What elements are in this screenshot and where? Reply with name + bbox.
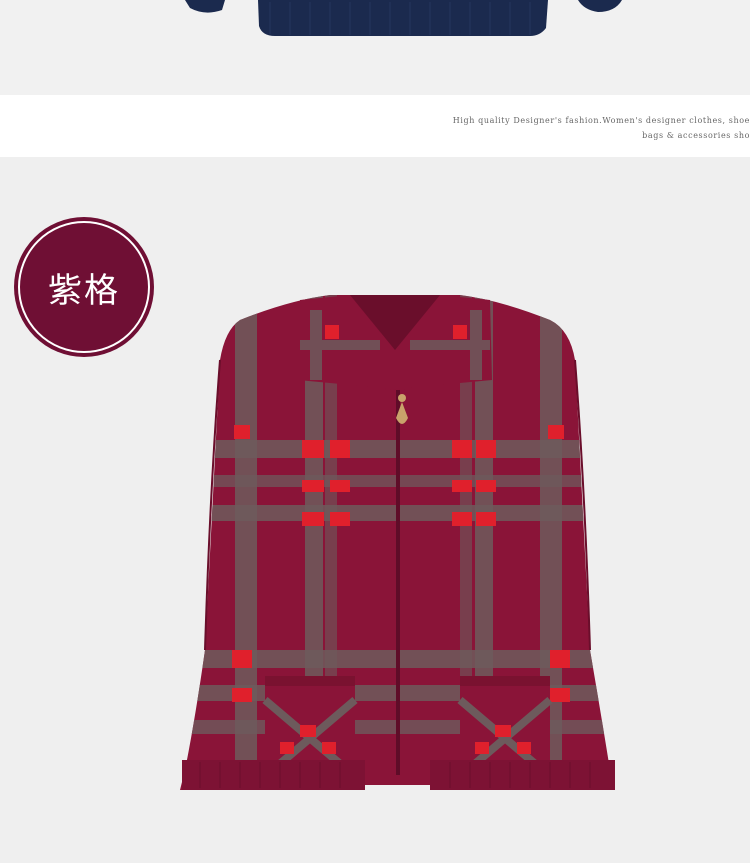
product-detail-page: High quality Designer's fashion.Women's … — [0, 0, 750, 863]
plaid-cardigan-photo — [180, 295, 615, 790]
slogan-banner: High quality Designer's fashion.Women's … — [0, 95, 750, 157]
color-variant-badge: 紫格 — [14, 217, 154, 357]
color-variant-label: 紫格 — [48, 270, 120, 311]
slogan-line-2: bags & accessories sho — [642, 131, 750, 140]
navy-cardigan-hem — [0, 0, 750, 95]
previous-product-image-crop — [0, 0, 750, 95]
slogan-line-1: High quality Designer's fashion.Women's … — [452, 116, 750, 125]
